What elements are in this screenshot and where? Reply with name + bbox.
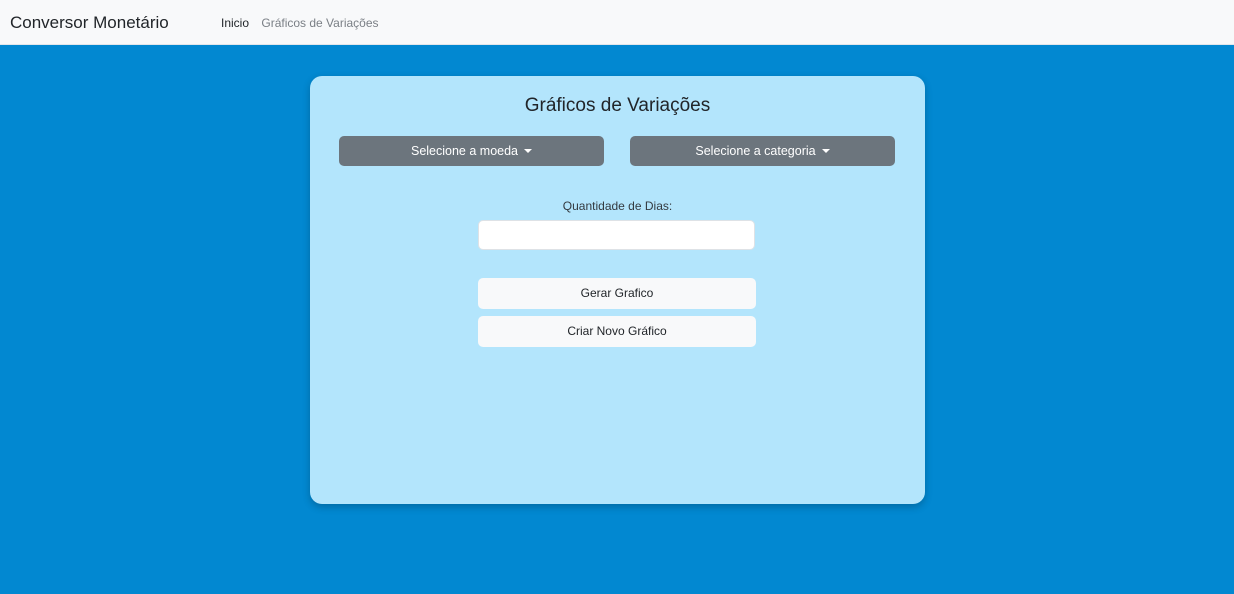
nav-link-graficos[interactable]: Gráficos de Variações	[261, 15, 378, 31]
chart-config-card: Gráficos de Variações Selecione a moeda …	[310, 76, 925, 504]
card-title: Gráficos de Variações	[524, 95, 711, 116]
category-dropdown-label: Selecione a categoria	[695, 144, 816, 158]
nav-links: Inicio Gráficos de Variações	[221, 15, 388, 31]
caret-down-icon	[821, 149, 830, 153]
currency-dropdown-button[interactable]: Selecione a moeda	[339, 136, 604, 166]
brand-link[interactable]: Conversor Monetário	[10, 12, 169, 34]
new-chart-button[interactable]: Criar Novo Gráfico	[478, 316, 756, 347]
caret-down-icon	[524, 149, 533, 153]
category-dropdown-button[interactable]: Selecione a categoria	[630, 136, 895, 166]
nav-link-inicio[interactable]: Inicio	[221, 15, 249, 31]
days-input[interactable]	[478, 220, 755, 250]
currency-dropdown-label: Selecione a moeda	[410, 144, 519, 158]
days-field-label: Quantidade de Dias:	[562, 199, 673, 213]
generate-chart-button[interactable]: Gerar Grafico	[478, 278, 756, 309]
top-navbar: Conversor Monetário Inicio Gráficos de V…	[0, 0, 1234, 45]
